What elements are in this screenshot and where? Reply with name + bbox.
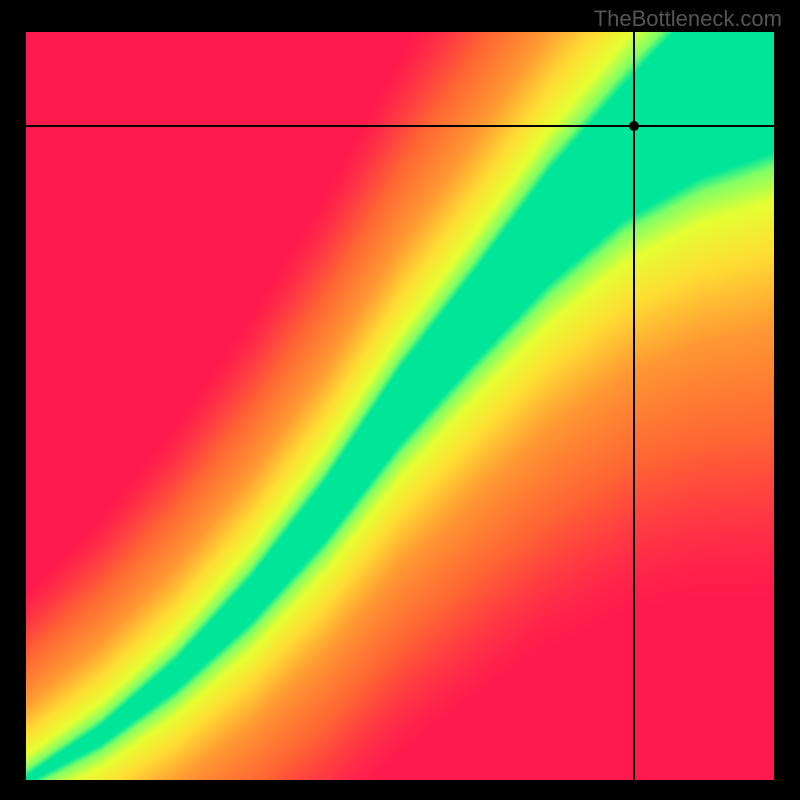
heatmap-canvas	[26, 32, 774, 780]
crosshair-marker-dot	[629, 121, 639, 131]
watermark-text: TheBottleneck.com	[594, 6, 782, 32]
crosshair-horizontal	[26, 125, 774, 127]
heatmap-plot	[26, 32, 774, 780]
crosshair-vertical	[633, 32, 635, 780]
